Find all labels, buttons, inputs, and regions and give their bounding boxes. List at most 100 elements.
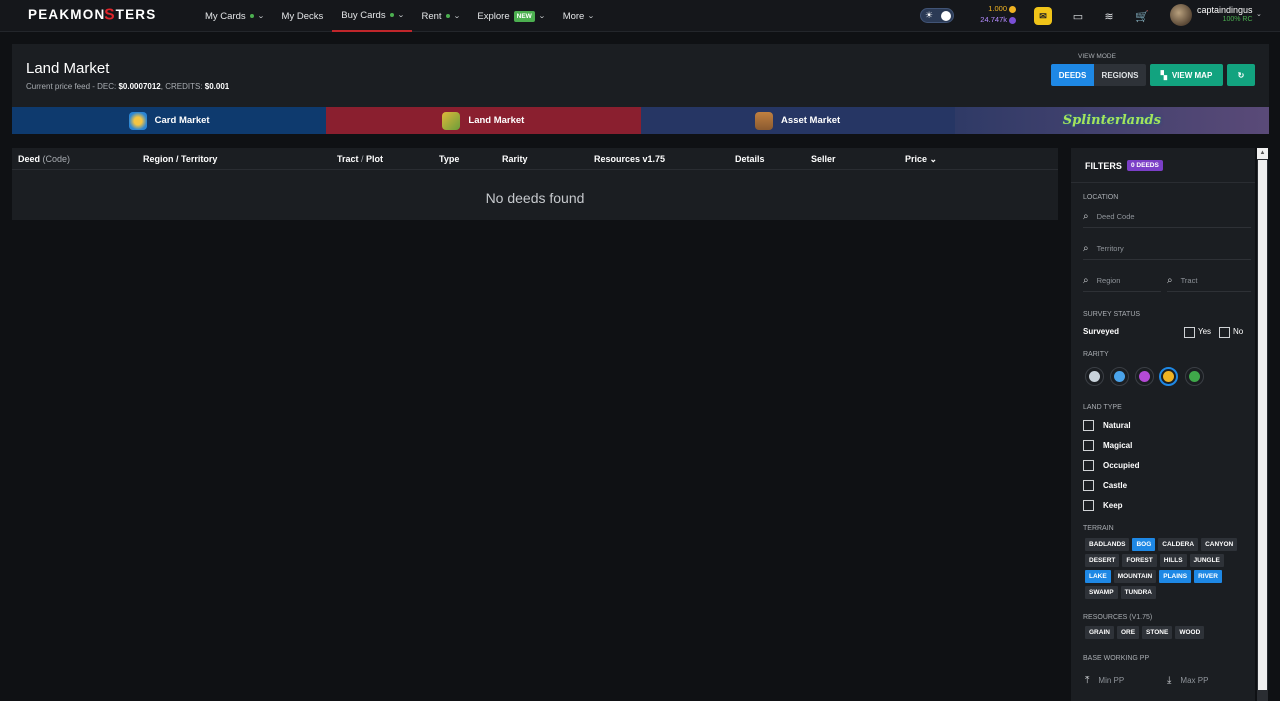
- land-type-label: LAND TYPE: [1083, 404, 1122, 411]
- tab-asset-market[interactable]: Asset Market: [640, 107, 955, 134]
- yes-label: Yes: [1198, 327, 1212, 336]
- terrain-tag-canyon[interactable]: CANYON: [1201, 538, 1238, 551]
- tab-splinterlands[interactable]: Splinterlands: [954, 107, 1269, 134]
- max-pp-input[interactable]: ⤓ Max PP: [1167, 675, 1208, 686]
- deed-code-placeholder: Deed Code: [1096, 212, 1135, 221]
- rarity-mythic-toggle[interactable]: [1185, 367, 1204, 386]
- surveyed-no-checkbox[interactable]: [1219, 327, 1230, 338]
- chevron-down-icon: ⌄: [929, 154, 938, 164]
- peakmonsters-logo[interactable]: PEAKMONSTERS: [28, 6, 156, 25]
- tract-input[interactable]: ⌕ Tract: [1167, 270, 1251, 292]
- refresh-button[interactable]: ↻: [1227, 64, 1255, 86]
- chevron-down-icon[interactable]: ⌄: [1256, 10, 1262, 18]
- rarity-label: RARITY: [1083, 351, 1109, 358]
- tab-card-market[interactable]: Card Market: [12, 107, 327, 134]
- resources-label: RESOURCES (V1.75): [1083, 614, 1153, 621]
- col-details[interactable]: Details: [735, 154, 765, 164]
- layers-icon[interactable]: ≋: [1100, 7, 1118, 25]
- col-resources[interactable]: Resources v1.75: [594, 154, 665, 164]
- surveyed-yes-checkbox[interactable]: [1184, 327, 1195, 338]
- col-label: Price: [905, 154, 928, 164]
- rarity-epic-toggle[interactable]: [1135, 367, 1154, 386]
- chevron-down-icon: ⌄: [452, 13, 461, 20]
- terrain-tag-desert[interactable]: DESERT: [1085, 554, 1120, 567]
- terrain-tag-badlands[interactable]: BADLANDS: [1085, 538, 1130, 551]
- user-menu[interactable]: captaindingus 100% RC: [1197, 5, 1253, 25]
- deed-code-input[interactable]: ⌕ Deed Code: [1083, 206, 1251, 228]
- checkbox[interactable]: [1083, 440, 1094, 451]
- terrain-tag-tundra[interactable]: TUNDRA: [1120, 586, 1157, 599]
- terrain-tag-plains[interactable]: PLAINS: [1159, 570, 1192, 583]
- terrain-tag-hills[interactable]: HILLS: [1159, 554, 1187, 567]
- nav-label: Explore: [477, 10, 510, 22]
- main-nav: My Cards ⌄ My Decks Buy Cards ⌄ Rent ⌄ Expl…: [196, 0, 603, 32]
- scroll-thumb[interactable]: [1258, 160, 1267, 690]
- divider: [1071, 182, 1255, 183]
- resource-tag-grain[interactable]: GRAIN: [1085, 626, 1114, 639]
- col-region[interactable]: Region / Territory: [143, 154, 217, 164]
- cart-icon[interactable]: 🛒: [1133, 7, 1151, 25]
- land-type-occupied[interactable]: Occupied: [1083, 460, 1233, 472]
- terrain-tag-mountain[interactable]: MOUNTAIN: [1113, 570, 1157, 583]
- avatar[interactable]: [1170, 4, 1192, 26]
- nav-more[interactable]: More ⌄: [554, 0, 604, 32]
- terrain-tag-caldera[interactable]: CALDERA: [1158, 538, 1199, 551]
- toggle-knob: [941, 10, 951, 21]
- checkbox[interactable]: [1083, 420, 1094, 431]
- resource-tag-ore[interactable]: ORE: [1116, 626, 1140, 639]
- terrain-tag-lake[interactable]: LAKE: [1085, 570, 1111, 583]
- terrain-tag-jungle[interactable]: JUNGLE: [1189, 554, 1224, 567]
- rarity-legendary-toggle[interactable]: [1159, 367, 1178, 386]
- theme-toggle[interactable]: ☀: [920, 8, 954, 23]
- region-placeholder: Region: [1096, 276, 1121, 285]
- resource-tag-stone[interactable]: STONE: [1142, 626, 1173, 639]
- terrain-tag-swamp[interactable]: SWAMP: [1085, 586, 1118, 599]
- nav-my-cards[interactable]: My Cards ⌄: [196, 0, 273, 32]
- nav-rent[interactable]: Rent ⌄: [412, 0, 468, 32]
- region-input[interactable]: ⌕ Region: [1083, 270, 1161, 292]
- col-label: Type: [439, 154, 460, 164]
- col-price[interactable]: Price ⌄: [905, 154, 937, 165]
- inbox-icon[interactable]: ▭: [1069, 7, 1087, 25]
- scrollbar[interactable]: ▲: [1257, 148, 1268, 701]
- balances[interactable]: 1.000 24.747k: [970, 3, 1016, 25]
- price-feed: Current price feed - DEC: $0.0007012, CR…: [26, 82, 229, 91]
- land-market-icon: [442, 111, 461, 130]
- col-rarity[interactable]: Rarity: [502, 154, 528, 164]
- terrain-tag-bog[interactable]: BOG: [1132, 538, 1156, 551]
- nav-buy-cards[interactable]: Buy Cards ⌄: [332, 0, 413, 32]
- land-type-castle[interactable]: Castle: [1083, 480, 1233, 492]
- col-sub: (Code): [40, 154, 71, 164]
- scroll-up-arrow-icon[interactable]: ▲: [1257, 148, 1268, 159]
- territory-input[interactable]: ⌕ Territory: [1083, 238, 1251, 260]
- resource-tags: GRAIN ORE STONE WOOD: [1085, 626, 1245, 639]
- checkbox[interactable]: [1083, 480, 1094, 491]
- view-map-button[interactable]: ▚ VIEW MAP: [1150, 64, 1223, 86]
- col-type[interactable]: Type: [439, 154, 459, 164]
- regions-button[interactable]: REGIONS: [1094, 64, 1146, 86]
- tab-label: Land Market: [468, 115, 525, 126]
- rarity-dot-icon: [1089, 371, 1100, 382]
- terrain-tag-forest[interactable]: FOREST: [1122, 554, 1157, 567]
- search-icon: ⌕: [1083, 275, 1089, 286]
- land-type-keep[interactable]: Keep: [1083, 500, 1233, 512]
- col-seller[interactable]: Seller: [811, 154, 836, 164]
- land-type-natural[interactable]: Natural: [1083, 420, 1233, 432]
- nav-my-decks[interactable]: My Decks: [273, 0, 333, 32]
- terrain-tag-river[interactable]: RIVER: [1194, 570, 1222, 583]
- deeds-button[interactable]: DEEDS: [1051, 64, 1094, 86]
- rarity-dot-icon: [1139, 371, 1150, 382]
- checkbox[interactable]: [1083, 460, 1094, 471]
- resource-tag-wood[interactable]: WOOD: [1175, 626, 1205, 639]
- rarity-common-toggle[interactable]: [1085, 367, 1104, 386]
- min-pp-input[interactable]: ⤒ Min PP: [1085, 675, 1124, 686]
- col-tract[interactable]: Tract / Plot: [337, 154, 383, 164]
- land-type-magical[interactable]: Magical: [1083, 440, 1233, 452]
- nav-explore[interactable]: Explore NEW ⌄: [468, 0, 553, 32]
- col-deed[interactable]: Deed (Code): [18, 154, 70, 164]
- rarity-rare-toggle[interactable]: [1110, 367, 1129, 386]
- chat-icon[interactable]: ✉: [1034, 7, 1052, 25]
- tab-land-market[interactable]: Land Market: [326, 107, 641, 134]
- tract-placeholder: Tract: [1180, 276, 1198, 285]
- checkbox[interactable]: [1083, 500, 1094, 511]
